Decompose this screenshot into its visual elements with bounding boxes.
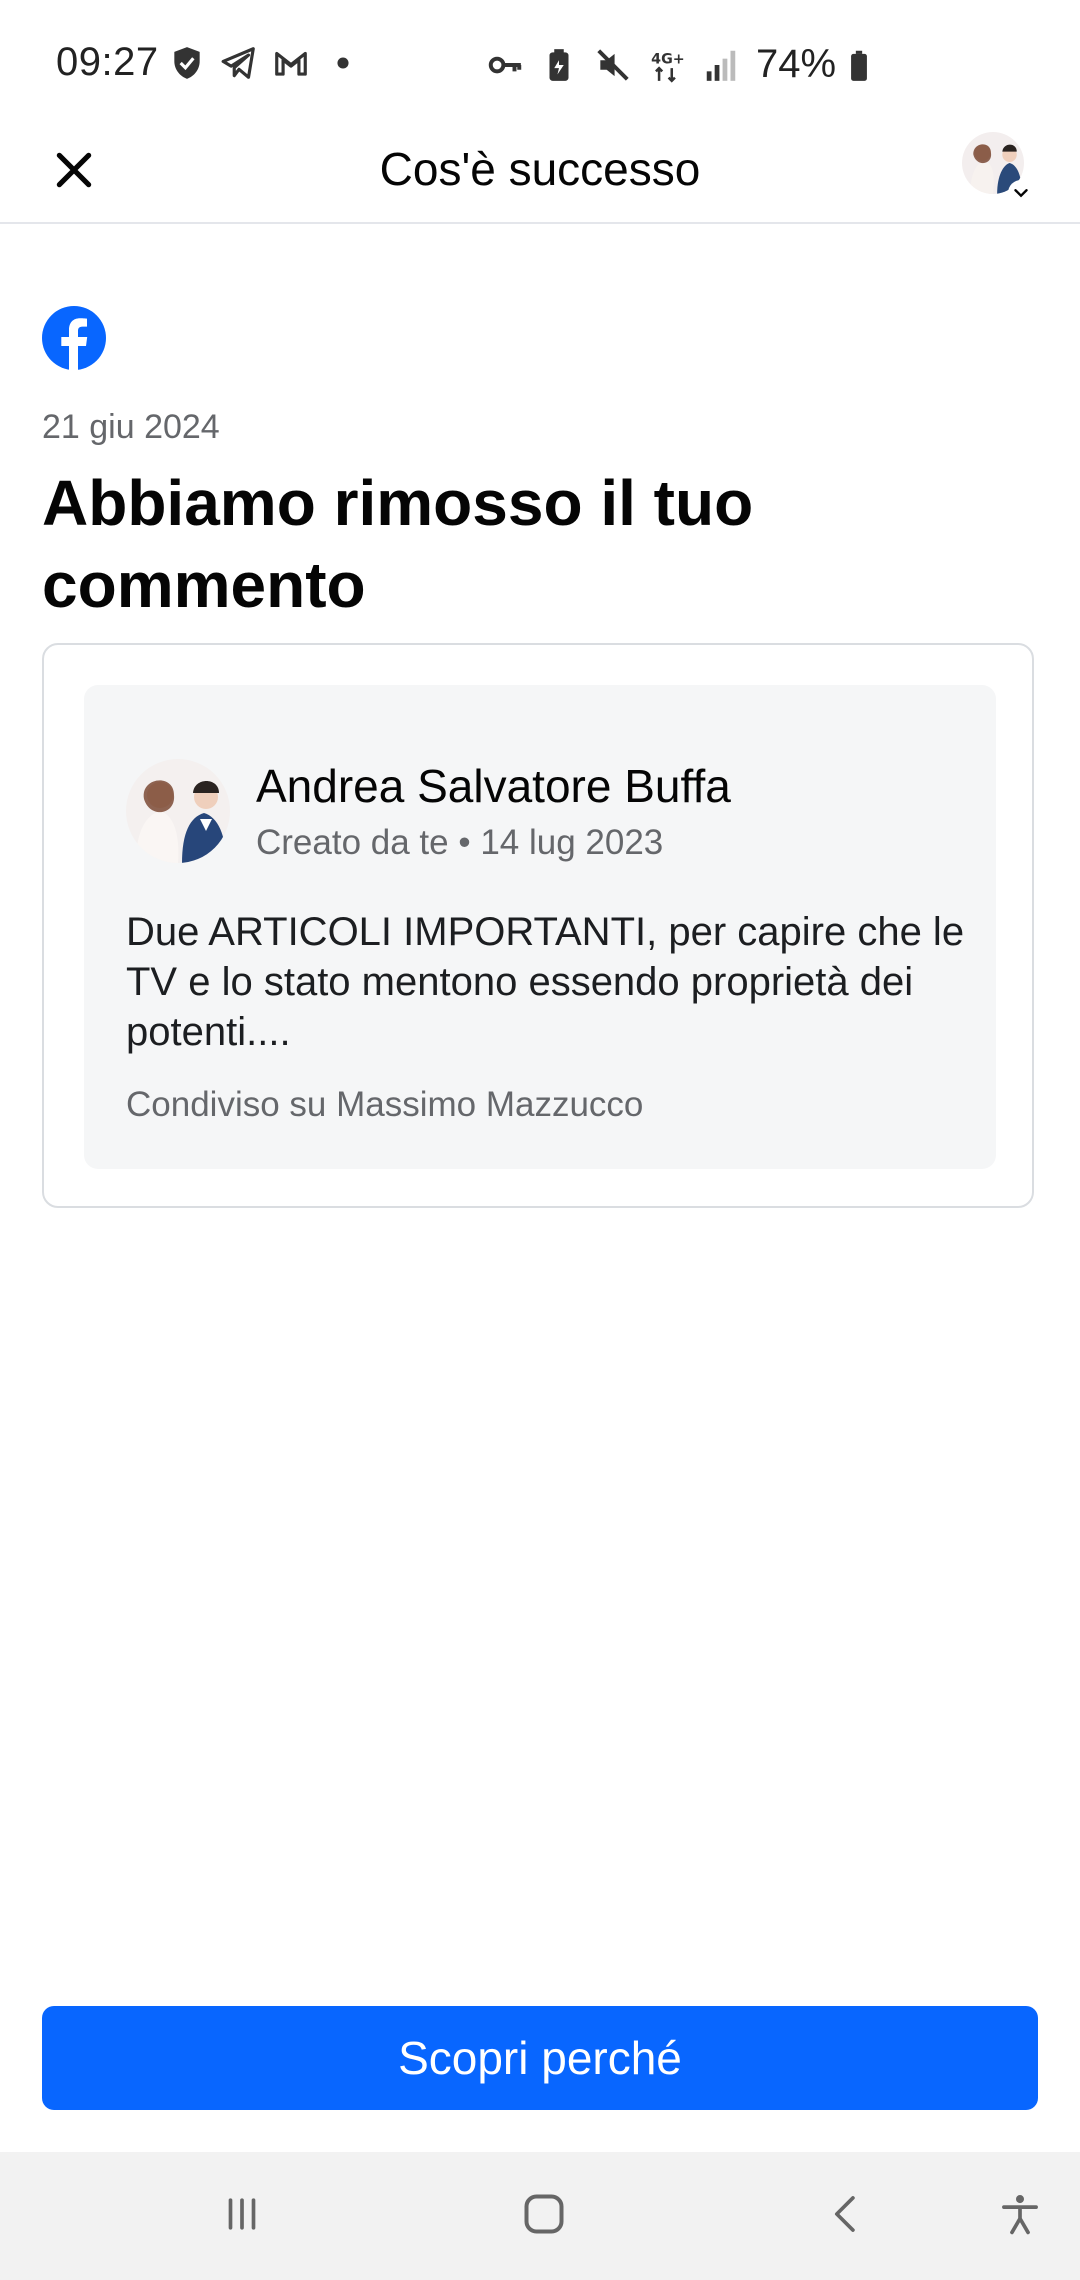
post-meta: Creato da te • 14 lug 2023 [256, 823, 664, 862]
avatar [126, 759, 230, 863]
home-icon [519, 2189, 569, 2244]
post-shared-on: Condiviso su Massimo Mazzucco [126, 1085, 644, 1124]
battery-percent: 74% [756, 42, 837, 86]
post-text: Due ARTICOLI IMPORTANTI, per capire che … [126, 910, 965, 1054]
gmail-icon [272, 44, 310, 82]
learn-why-button[interactable]: Scopri perché [42, 2006, 1038, 2110]
status-time: 09:27 [56, 40, 159, 84]
signal-icon [702, 46, 740, 84]
system-nav-bar [0, 2152, 1080, 2280]
accessibility-button[interactable] [990, 2186, 1050, 2246]
status-left-icons [168, 44, 362, 82]
home-button[interactable] [514, 2186, 574, 2246]
facebook-logo-icon [42, 306, 106, 370]
recent-apps-button[interactable] [212, 2186, 272, 2246]
back-icon [823, 2191, 869, 2242]
app-header: Cos'è successo [0, 130, 1080, 224]
back-button[interactable] [816, 2186, 876, 2246]
post-preview[interactable]: Andrea Salvatore Buffa Creato da te • 14… [84, 685, 996, 1169]
status-right-icons: 4G+ 74% [486, 42, 878, 87]
recent-apps-icon [219, 2191, 265, 2242]
chevron-down-icon [1008, 180, 1034, 206]
accessibility-icon [997, 2191, 1043, 2242]
notice-heading: Abbiamo rimosso il tuo commento [42, 467, 754, 621]
post-author[interactable]: Andrea Salvatore Buffa [256, 759, 731, 813]
removed-content-card: Andrea Salvatore Buffa Creato da te • 14… [42, 643, 1034, 1208]
notice-date: 21 giu 2024 [42, 408, 220, 446]
battery-icon [840, 46, 878, 84]
battery-saver-icon [540, 46, 578, 84]
shield-icon [168, 44, 206, 82]
svg-text:4G+: 4G+ [651, 51, 685, 67]
profile-switcher[interactable] [962, 132, 1034, 206]
dot-icon [324, 44, 362, 82]
4g-data-icon: 4G+ [648, 46, 686, 84]
key-icon [486, 46, 524, 84]
telegram-icon [220, 44, 258, 82]
mute-icon [594, 46, 632, 84]
page-title: Cos'è successo [379, 143, 701, 195]
status-bar: 09:27 4G+ 74% [0, 0, 1080, 130]
